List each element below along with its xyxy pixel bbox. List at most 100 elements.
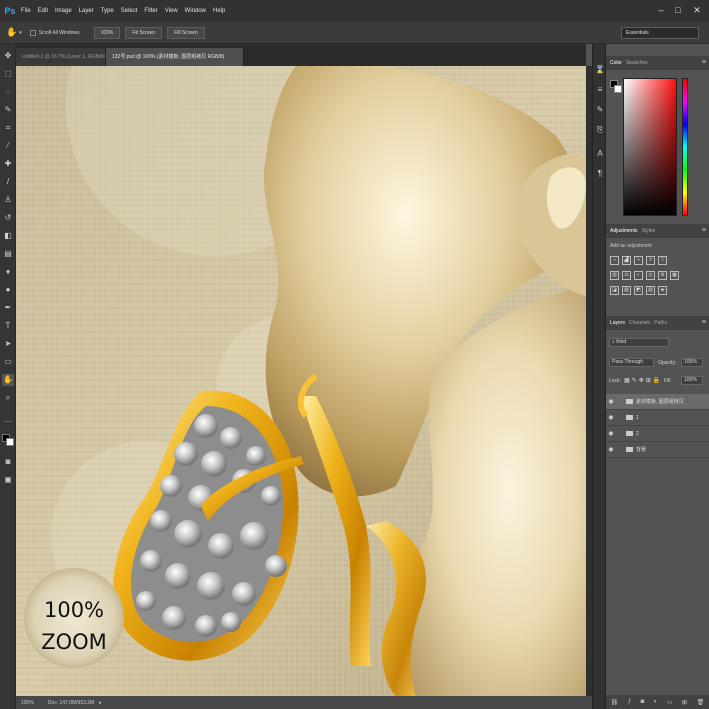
color-picker-field[interactable] xyxy=(623,78,677,216)
path-select-tool-icon[interactable]: ➤ xyxy=(2,338,14,350)
screen-mode-icon[interactable]: ▣ xyxy=(2,474,14,486)
move-tool-icon[interactable]: ✥ xyxy=(2,50,14,62)
brush-tool-icon[interactable]: / xyxy=(2,176,14,188)
menu-filter[interactable]: Filter xyxy=(144,8,157,14)
layer-row[interactable]: ◉ 素材模板, 图层组拷贝 xyxy=(606,394,709,410)
status-zoom[interactable]: 100% xyxy=(21,700,34,706)
status-arrow-icon[interactable]: ▸ xyxy=(99,700,102,706)
tab-paths[interactable]: Paths xyxy=(654,320,667,326)
hue-saturation-icon[interactable]: ▥ xyxy=(610,271,619,280)
layer-row[interactable]: ◉ 背景 xyxy=(606,442,709,458)
new-layer-icon[interactable]: ⊞ xyxy=(682,699,687,706)
tab-132-psd[interactable]: 132号.psd @ 100% (素材模板, 图层组拷贝 RGB/8) xyxy=(106,48,244,66)
invert-icon[interactable]: ◪ xyxy=(610,286,619,295)
tab-channels[interactable]: Channels xyxy=(629,320,650,326)
panel-menu-icon[interactable]: ≡ xyxy=(702,224,706,238)
color-lookup-icon[interactable]: ▦ xyxy=(670,271,679,280)
clone-source-panel-icon[interactable]: ⎘ xyxy=(594,124,606,136)
history-brush-tool-icon[interactable]: ↺ xyxy=(2,212,14,224)
eraser-tool-icon[interactable]: ◧ xyxy=(2,230,14,242)
checkbox-box[interactable] xyxy=(29,29,36,36)
tab-styles[interactable]: Styles xyxy=(642,228,656,234)
tab-adjustments[interactable]: Adjustments xyxy=(610,228,638,234)
tab-layers[interactable]: Layers xyxy=(610,320,625,326)
layer-row[interactable]: ◉ 2 xyxy=(606,426,709,442)
menu-type[interactable]: Type xyxy=(101,8,114,14)
properties-panel-icon[interactable]: ≡ xyxy=(594,84,606,96)
character-panel-icon[interactable]: A xyxy=(594,148,606,160)
threshold-icon[interactable]: ◩ xyxy=(634,286,643,295)
brush-panel-icon[interactable]: ✎ xyxy=(594,104,606,116)
hand-tool-icon[interactable]: ✋ xyxy=(2,374,14,386)
blur-tool-icon[interactable]: ♦ xyxy=(2,266,14,278)
opacity-input[interactable]: 100% xyxy=(681,358,703,367)
panel-menu-icon[interactable]: ≡ xyxy=(702,316,706,330)
visibility-eye-icon[interactable]: ◉ xyxy=(606,430,616,437)
tab-color[interactable]: Color xyxy=(610,60,622,66)
curves-icon[interactable]: ∿ xyxy=(634,256,643,265)
marquee-tool-icon[interactable]: ⬚ xyxy=(2,68,14,80)
fill-screen-button[interactable]: Fill Screen xyxy=(167,26,205,39)
zoom-100-button[interactable]: 100% xyxy=(93,26,121,39)
zoom-tool-icon[interactable]: ⌕ xyxy=(2,392,14,404)
tool-preset-chevron-icon[interactable]: ▾ xyxy=(19,30,22,36)
panel-menu-icon[interactable]: ≡ xyxy=(702,56,706,70)
crop-tool-icon[interactable]: ⌗ xyxy=(2,122,14,134)
hue-slider[interactable] xyxy=(682,78,688,216)
gradient-map-icon[interactable]: ▤ xyxy=(646,286,655,295)
layer-row[interactable]: ◉ 1 xyxy=(606,410,709,426)
fx-icon[interactable]: ƒ xyxy=(628,699,631,705)
photo-filter-icon[interactable]: ◎ xyxy=(646,271,655,280)
folder-icon[interactable]: ▭ xyxy=(667,699,673,706)
dodge-tool-icon[interactable]: ● xyxy=(2,284,14,296)
link-icon[interactable]: ⛓ xyxy=(611,699,619,706)
black-white-icon[interactable]: ◐ xyxy=(634,271,643,280)
adjust-icon[interactable]: ◐ xyxy=(654,699,658,705)
menu-help[interactable]: Help xyxy=(213,8,225,14)
background-color-swatch[interactable] xyxy=(6,438,14,446)
fit-screen-button[interactable]: Fit Screen xyxy=(125,26,163,39)
levels-icon[interactable]: ▟ xyxy=(622,256,631,265)
eyedropper-tool-icon[interactable]: ⁄ xyxy=(2,140,14,152)
menu-layer[interactable]: Layer xyxy=(79,8,94,14)
brightness-contrast-icon[interactable]: ☼ xyxy=(610,256,619,265)
trash-icon[interactable]: 🗑 xyxy=(697,699,705,706)
scroll-all-windows-checkbox[interactable]: Scroll All Windows xyxy=(29,29,80,36)
menu-file[interactable]: File xyxy=(21,8,31,14)
quick-mask-icon[interactable]: ◙ xyxy=(2,456,14,468)
restore-button[interactable]: □ xyxy=(671,4,685,16)
layer-filter-select[interactable]: ⌕ Kind xyxy=(609,338,669,347)
exposure-icon[interactable]: ± xyxy=(646,256,655,265)
gradient-tool-icon[interactable]: ▤ xyxy=(2,248,14,260)
visibility-eye-icon[interactable]: ◉ xyxy=(606,414,616,421)
mask-icon[interactable]: ◙ xyxy=(641,699,645,705)
healing-tool-icon[interactable]: ✚ xyxy=(2,158,14,170)
minimize-button[interactable]: – xyxy=(654,4,668,16)
document-canvas[interactable]: 100% ZOOM xyxy=(16,66,586,696)
tab-untitled-1[interactable]: Untitled-1 @ 16.7% (Layer 1, RGB/8#) * xyxy=(16,48,106,66)
color-background-swatch[interactable] xyxy=(614,85,622,93)
more-tools-icon[interactable]: … xyxy=(2,414,14,426)
menu-edit[interactable]: Edit xyxy=(38,8,48,14)
color-balance-icon[interactable]: ⚖ xyxy=(622,271,631,280)
clone-stamp-tool-icon[interactable]: ♙ xyxy=(2,194,14,206)
vibrance-icon[interactable]: ▽ xyxy=(658,256,667,265)
visibility-eye-icon[interactable]: ◉ xyxy=(606,398,616,405)
menu-view[interactable]: View xyxy=(165,8,178,14)
paragraph-panel-icon[interactable]: ¶ xyxy=(594,168,606,180)
menu-image[interactable]: Image xyxy=(55,8,72,14)
pen-tool-icon[interactable]: ✒ xyxy=(2,302,14,314)
type-tool-icon[interactable]: T xyxy=(2,320,14,332)
channel-mixer-icon[interactable]: ⚙ xyxy=(658,271,667,280)
menu-window[interactable]: Window xyxy=(185,8,206,14)
selective-color-icon[interactable]: ◈ xyxy=(658,286,667,295)
hand-tool-icon[interactable]: ✋ xyxy=(6,27,17,38)
history-panel-icon[interactable]: ⌛ xyxy=(594,64,606,76)
menu-select[interactable]: Select xyxy=(121,8,138,14)
quick-select-tool-icon[interactable]: ✎ xyxy=(2,104,14,116)
close-button[interactable]: ✕ xyxy=(690,4,704,16)
blend-mode-select[interactable]: Pass Through xyxy=(609,358,654,367)
rectangle-tool-icon[interactable]: ▭ xyxy=(2,356,14,368)
tab-swatches[interactable]: Swatches xyxy=(626,60,648,66)
lock-icons[interactable]: ▦✎✥⊞🔒 xyxy=(624,377,662,384)
